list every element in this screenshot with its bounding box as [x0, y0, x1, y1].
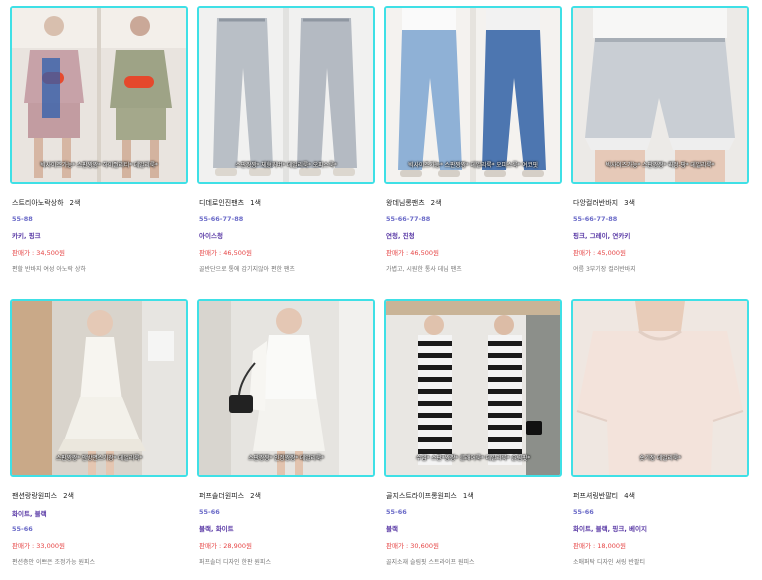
product-colors: 블랙, 화이트 [199, 525, 234, 533]
product-description: 여름 3부기장 컬러반바지 [573, 266, 636, 273]
product-name-row[interactable]: 퍼프솔더원피스 2색 [199, 491, 375, 501]
product-price: 판매가 : 33,000원 [12, 542, 65, 550]
product-photo [199, 301, 373, 475]
promo-badge: 스판짱짱* 인정짱짱* 데일리룩* [248, 455, 324, 462]
product-colors: 블랙 [386, 525, 398, 533]
product-name[interactable]: 팬션랑랑원피스 [12, 492, 57, 500]
product-card[interactable]: 빅사이즈가능* 스판짱짱* 하이퀄리티* 데일리룩* 스트리아노락상하 2색 55… [10, 6, 188, 273]
product-name-row[interactable]: 왕데님롱팬츠 2색 [386, 198, 562, 208]
product-description: 편션층안 이쁘은 조정가능 원피스 [12, 559, 96, 566]
product-photo [199, 8, 373, 182]
product-sizes: 55-66 [199, 508, 220, 516]
color-count: 1색 [462, 492, 474, 500]
product-name-row[interactable]: 스트리아노락상하 2색 [12, 198, 188, 208]
product-name[interactable]: 퍼프솔더원피스 [199, 492, 244, 500]
product-image[interactable]: 스판짱짱* 인정짱짱* 데일리룩* [197, 299, 375, 477]
promo-badge: 수입* 스판*짱짱* 클래어룩* 데일리룩* 슬림핏* [415, 455, 531, 462]
product-card[interactable]: 스판짱짱* 체형커버* 데일리룩* 오피스룩* 디데로인진팬츠 1색 55-66-… [197, 6, 375, 273]
color-count: 1색 [250, 199, 261, 207]
product-description: 가볍고, 시원한 통사 데님 팬츠 [386, 266, 462, 273]
color-count: 2색 [63, 492, 74, 500]
product-name-row[interactable]: 팬션랑랑원피스 2색 [12, 491, 188, 501]
product-name-row[interactable]: 퍼프셔링반팔티 4색 [573, 491, 749, 501]
color-count: 2색 [430, 199, 442, 207]
promo-badge: 빅사이즈가능* 스판짱짱* 데일리룩* 오피스룩* 여코핏 [408, 162, 538, 169]
product-price: 판매가 : 34,500원 [12, 249, 65, 257]
color-count: 2색 [69, 199, 81, 207]
product-colors: 아이스청 [199, 232, 223, 240]
product-photo [12, 8, 186, 182]
product-name[interactable]: 스트리아노락상하 [12, 199, 64, 207]
product-card[interactable]: 빅사이즈가능* 스판짱짱* 데일리룩* 오피스룩* 여코핏 왕데님롱팬츠 2색 5… [384, 6, 562, 273]
product-photo [386, 301, 560, 475]
product-name-row[interactable]: 골지스트라이프롱원피스 1색 [386, 491, 562, 501]
product-price: 판매가 : 45,000원 [573, 249, 626, 257]
product-name[interactable]: 디데로인진팬츠 [199, 199, 244, 207]
product-image[interactable]: 빅사이즈가능* 스판짱짱* 퀵정-팡* 데일리룩* [571, 6, 749, 184]
product-colors: 연청, 진청 [386, 232, 415, 240]
product-sizes: 55-66-77-88 [386, 215, 431, 223]
product-description: 골반단으로 통에 감기지않아 편한 팬츠 [199, 266, 295, 273]
product-colors: 핑크, 그레이, 연카키 [573, 232, 631, 240]
product-price: 판매가 : 28,900원 [199, 542, 252, 550]
product-photo [386, 8, 560, 182]
product-card[interactable]: 숏기장 데일리룩* 퍼프셔링반팔티 4색 55-66 화이트, 블랙, 핑크, 베… [571, 299, 749, 566]
product-image[interactable]: 숏기장 데일리룩* [571, 299, 749, 477]
color-count: 4색 [624, 492, 635, 500]
product-price: 판매가 : 46,500원 [199, 249, 252, 257]
product-sizes-label: 55-66 [12, 525, 33, 533]
product-name[interactable]: 골지스트라이프롱원피스 [386, 492, 457, 500]
product-image[interactable]: 스판짱짱* 체형커버* 데일리룩* 오피스룩* [197, 6, 375, 184]
product-price: 판매가 : 30,600원 [386, 542, 439, 550]
product-name-row[interactable]: 디데로인진팬츠 1색 [199, 198, 375, 208]
product-card[interactable]: 빅사이즈가능* 스판짱짱* 퀵정-팡* 데일리룩* 다앙컬러반바지 3색 55-6… [571, 6, 749, 273]
color-count: 2색 [250, 492, 261, 500]
product-description: 편할 반바지 여성 아노락 상하 [12, 266, 86, 273]
product-name[interactable]: 퍼프셔링반팔티 [573, 492, 618, 500]
product-sizes: 55-66-77-88 [573, 215, 618, 223]
product-description: 소매퍼탁 디자인 셔링 반팔티 [573, 559, 645, 566]
product-price: 판매가 : 46,500원 [386, 249, 439, 257]
product-colors: 카키, 핑크 [12, 232, 41, 240]
product-colors: 화이트, 블랙 [12, 510, 47, 518]
promo-badge: 숏기장 데일리룩* [639, 455, 681, 462]
product-name[interactable]: 왕데님롱팬츠 [386, 199, 425, 207]
product-image[interactable]: 스판짱짱* 안방면스기장* 데일리룩* [10, 299, 188, 477]
product-photo [573, 301, 747, 475]
product-description: 퍼프솔더 디자인 한판 원피스 [199, 559, 271, 566]
product-card[interactable]: 스판짱짱* 인정짱짱* 데일리룩* 퍼프솔더원피스 2색 55-66 블랙, 화이… [197, 299, 375, 566]
product-image[interactable]: 빅사이즈가능* 스판짱짱* 하이퀄리티* 데일리룩* [10, 6, 188, 184]
product-image[interactable]: 빅사이즈가능* 스판짱짱* 데일리룩* 오피스룩* 여코핏 [384, 6, 562, 184]
color-count: 3색 [624, 199, 635, 207]
product-card[interactable]: 수입* 스판*짱짱* 클래어룩* 데일리룩* 슬림핏* 골지스트라이프롱원피스 1… [384, 299, 562, 566]
product-image[interactable]: 수입* 스판*짱짱* 클래어룩* 데일리룩* 슬림핏* [384, 299, 562, 477]
product-sizes: 55-66 [573, 508, 594, 516]
promo-badge: 빅사이즈가능* 스판짱짱* 퀵정-팡* 데일리룩* [605, 162, 715, 169]
product-sizes: 55-66-77-88 [199, 215, 244, 223]
promo-badge: 스판짱짱* 안방면스기장* 데일리룩* [55, 455, 143, 462]
product-sizes: 55-88 [12, 215, 33, 223]
product-card[interactable]: 스판짱짱* 안방면스기장* 데일리룩* 팬션랑랑원피스 2색 화이트, 블랙 55… [10, 299, 188, 566]
promo-badge: 스판짱짱* 체형커버* 데일리룩* 오피스룩* [235, 162, 337, 169]
product-name-row[interactable]: 다앙컬러반바지 3색 [573, 198, 749, 208]
promo-badge: 빅사이즈가능* 스판짱짱* 하이퀄리티* 데일리룩* [40, 162, 158, 169]
product-sizes: 55-66 [386, 508, 407, 516]
product-price: 판매가 : 18,000원 [573, 542, 626, 550]
product-photo [573, 8, 747, 182]
product-description: 골지소재 슬림핏 스트라이프 원피스 [386, 559, 475, 566]
product-name[interactable]: 다앙컬러반바지 [573, 199, 618, 207]
product-photo [12, 301, 186, 475]
product-colors: 화이트, 블랙, 핑크, 베이지 [573, 525, 647, 533]
